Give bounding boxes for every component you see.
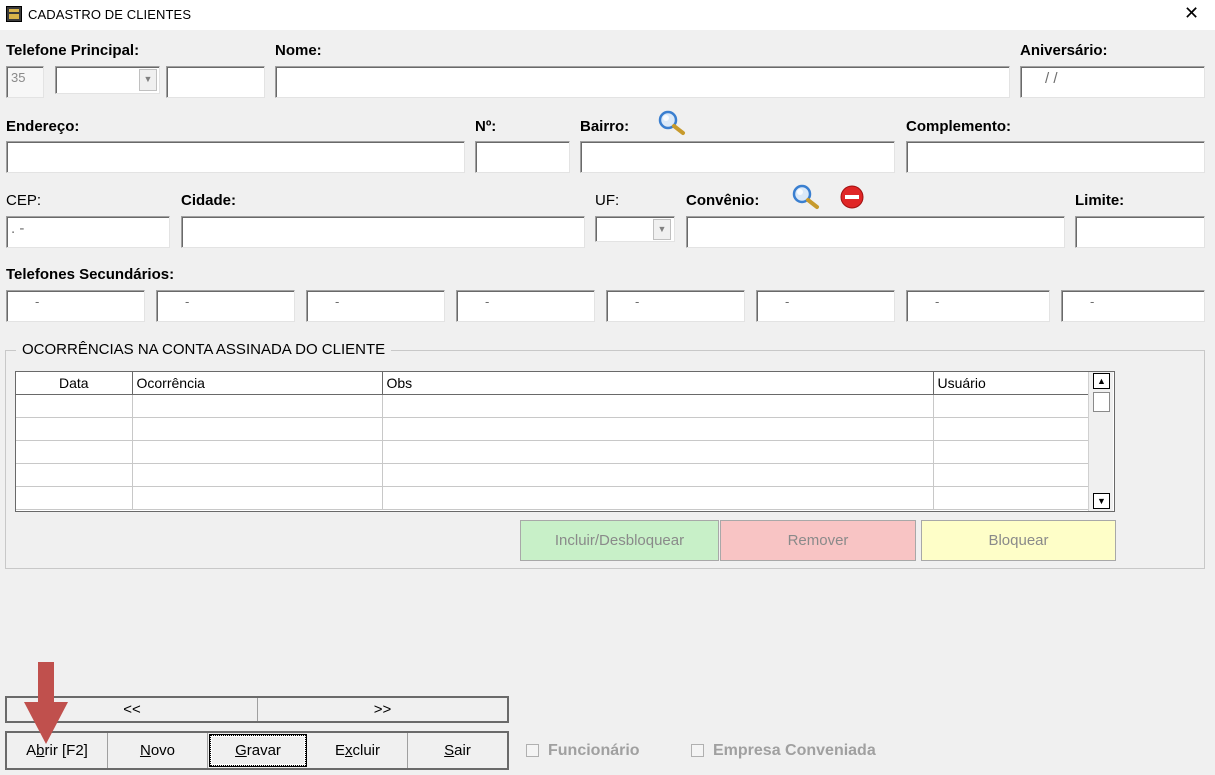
cidade-label: Cidade: (181, 192, 237, 209)
telefone-principal-field[interactable] (166, 66, 265, 98)
empresa-conveniada-checkbox[interactable] (691, 744, 704, 757)
column-header-obs[interactable]: Obs (382, 372, 934, 395)
table-row[interactable] (16, 394, 1089, 418)
bairro-label: Bairro: (580, 118, 630, 135)
remove-convenio-icon[interactable] (838, 184, 864, 209)
incluir-desbloquear-button[interactable]: Incluir/Desbloquear (520, 520, 719, 561)
telefone-principal-label: Telefone Principal: (6, 42, 140, 59)
navigation-bar: << >> (5, 696, 509, 723)
gravar-label-rest: ravar (246, 742, 281, 759)
telefone-secundario-field[interactable]: - (156, 290, 295, 322)
gravar-accel-key: G (235, 742, 247, 759)
aniversario-label: Aniversário: (1020, 42, 1108, 59)
complemento-label: Complemento: (906, 118, 1011, 135)
remover-button[interactable]: Remover (720, 520, 916, 561)
telefone-secundario-field[interactable]: - (606, 290, 745, 322)
aniversario-field[interactable]: / / (1020, 66, 1205, 98)
uf-label: UF: (595, 192, 620, 209)
limite-field[interactable] (1075, 216, 1205, 248)
cep-label: CEP: (6, 192, 42, 209)
funcionario-label: Funcionário (548, 742, 640, 759)
telefone-secundario-field[interactable]: - (756, 290, 895, 322)
telefone-secundario-field[interactable]: - (306, 290, 445, 322)
scroll-thumb[interactable] (1093, 392, 1110, 412)
ddd-field[interactable]: 35 (6, 66, 44, 98)
endereco-label: Endereço: (6, 118, 80, 135)
table-row[interactable] (16, 417, 1089, 441)
limite-label: Limite: (1075, 192, 1125, 209)
novo-button[interactable]: Novo (108, 733, 208, 768)
ocorrencias-title: OCORRÊNCIAS NA CONTA ASSINADA DO CLIENTE (16, 341, 392, 358)
numero-label: Nº: (475, 118, 497, 135)
excluir-button[interactable]: Ex cluir (308, 733, 408, 768)
telefones-secundarios-label: Telefones Secundários: (6, 266, 175, 283)
table-row[interactable] (16, 440, 1089, 464)
empresa-conveniada-label: Empresa Conveniada (713, 742, 876, 759)
cep-field[interactable]: . - (6, 216, 170, 248)
table-row[interactable] (16, 486, 1089, 510)
bloquear-button[interactable]: Bloquear (921, 520, 1116, 561)
excluir-label-part: E (334, 742, 345, 759)
telefone-secundario-field[interactable]: - (906, 290, 1050, 322)
sair-button[interactable]: Sair (408, 733, 507, 768)
nome-label: Nome: (275, 42, 322, 59)
telefone-secundario-field[interactable]: - (456, 290, 595, 322)
ocorrencias-grid[interactable]: Data Ocorrência Obs Usuário (15, 371, 1115, 512)
close-icon[interactable]: ✕ (1184, 4, 1199, 22)
chevron-down-icon[interactable]: ▼ (653, 219, 671, 240)
novo-accel-key: N (139, 742, 151, 759)
telefone-secundario-field[interactable]: - (1061, 290, 1205, 322)
funcionario-checkbox[interactable] (526, 744, 539, 757)
complemento-field[interactable] (906, 141, 1205, 173)
telefone-secundario-field[interactable]: - (6, 290, 145, 322)
nome-field[interactable] (275, 66, 1010, 98)
window-titlebar: CADASTRO DE CLIENTES ✕ (0, 0, 1215, 30)
column-header-data[interactable]: Data (16, 372, 133, 395)
convenio-label: Convênio: (686, 192, 760, 209)
next-record-button[interactable]: >> (258, 698, 507, 721)
cidade-field[interactable] (181, 216, 585, 248)
bairro-field[interactable] (580, 141, 895, 173)
annotation-arrow-icon (24, 662, 68, 744)
endereco-field[interactable] (6, 141, 465, 173)
novo-label-rest: ovo (150, 742, 176, 759)
excluir-label-rest: cluir (352, 742, 381, 759)
scroll-up-icon[interactable]: ▲ (1093, 373, 1110, 389)
scroll-down-icon[interactable]: ▼ (1093, 493, 1110, 509)
register-icon (6, 6, 22, 22)
record-toolbar: Ab rir [F2] Novo Gravar Ex cluir Sair (5, 731, 509, 770)
numero-field[interactable] (475, 141, 570, 173)
sair-label-rest: air (454, 742, 471, 759)
gravar-button[interactable]: Gravar (210, 735, 306, 766)
grid-scrollbar[interactable]: ▲ ▼ (1088, 372, 1113, 511)
search-bairro-icon[interactable] (656, 109, 685, 135)
column-header-usuario[interactable]: Usuário (933, 372, 1089, 395)
column-header-ocorrencia[interactable]: Ocorrência (132, 372, 383, 395)
search-convenio-icon[interactable] (790, 183, 819, 209)
sair-accel-key: S (444, 742, 455, 759)
convenio-field[interactable] (686, 216, 1065, 248)
excluir-accel-key: x (345, 742, 353, 759)
chevron-down-icon[interactable]: ▼ (139, 69, 157, 91)
table-row[interactable] (16, 463, 1089, 487)
window-title: CADASTRO DE CLIENTES (28, 7, 192, 22)
